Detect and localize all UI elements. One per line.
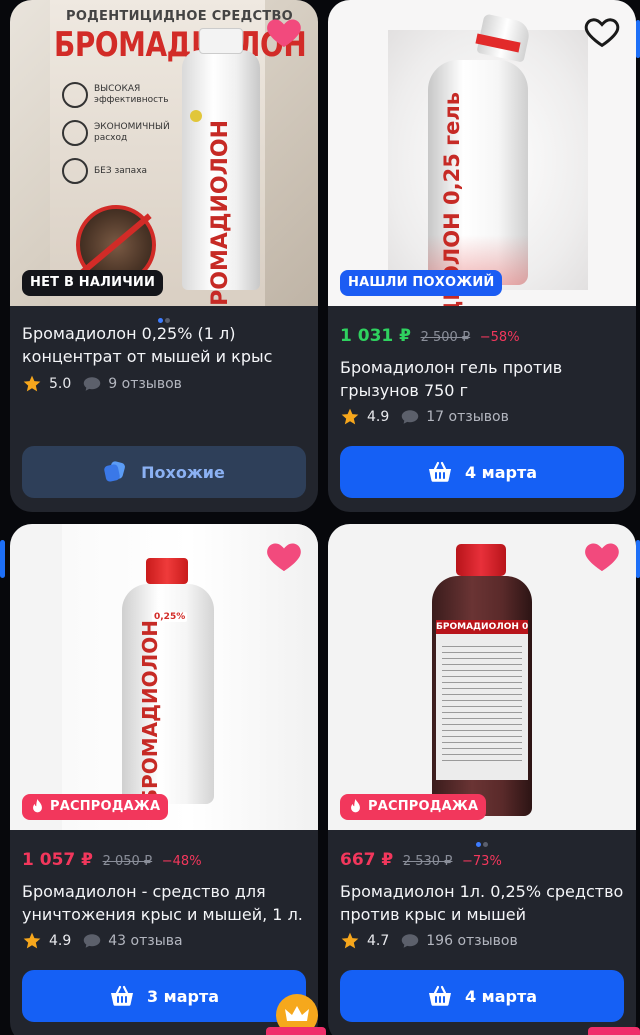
- found-similar-badge[interactable]: НАШЛИ ПОХОЖИЙ: [340, 270, 503, 296]
- price-row: 1 057 ₽ 2 050 ₽ −48%: [22, 850, 202, 870]
- product-card-3[interactable]: 0,25% БРОМАДИОЛОН РАСПРОДАЖА 1 057 ₽ 2 0…: [10, 524, 318, 1035]
- add-to-cart-button[interactable]: 4 марта: [340, 446, 624, 498]
- sale-badge: РАСПРОДАЖА: [22, 794, 169, 820]
- similar-button[interactable]: Похожие: [22, 446, 306, 498]
- feature-text: ЭКОНОМИЧНЫЙ расход: [94, 122, 170, 143]
- reviews-bubble-icon: [402, 410, 419, 424]
- bottle-label: БРОМАДИОЛОН: [138, 620, 162, 805]
- badge-label: РАСПРОДАЖА: [368, 799, 479, 814]
- old-price: 2 530 ₽: [402, 854, 453, 869]
- rating-row: 4.9 43 отзыва: [22, 931, 183, 951]
- image-pager-dots: [10, 308, 318, 323]
- product-image[interactable]: БРОМАДИОЛОН 0,25% РАСПРОДАЖА: [328, 524, 636, 830]
- bottle-cap: [456, 544, 506, 576]
- current-price: 1 031 ₽: [340, 326, 411, 346]
- product-title[interactable]: Бромадиолон 0,25% (1 л) концентрат от мы…: [22, 322, 308, 368]
- price-row: 1 031 ₽ 2 500 ₽ −58%: [340, 326, 520, 346]
- old-price: 2 050 ₽: [102, 854, 153, 869]
- product-card-4[interactable]: БРОМАДИОЛОН 0,25% РАСПРОДАЖА 667 ₽ 2 530…: [328, 524, 636, 1035]
- bottle-cap: [146, 558, 188, 584]
- basket-icon: [428, 985, 451, 1006]
- reviews-count[interactable]: 196 отзывов: [426, 933, 517, 949]
- reviews-count[interactable]: 17 отзывов: [426, 409, 509, 425]
- star-icon: [341, 408, 359, 425]
- reviews-bubble-icon: [84, 934, 101, 948]
- feature-icon: [62, 158, 88, 184]
- rating-row: 5.0 9 отзывов: [22, 374, 182, 394]
- feature-text: ВЫСОКАЯ эффективность: [94, 84, 169, 105]
- current-price: 1 057 ₽: [22, 850, 93, 870]
- product-card-1[interactable]: РОДЕНТИЦИДНОЕ СРЕДСТВО БРОМАДИОЛОН ВЫСОК…: [10, 0, 318, 512]
- out-of-stock-badge: НЕТ В НАЛИЧИИ: [22, 270, 164, 296]
- bottom-tab-indicator: [588, 1027, 640, 1035]
- rating-row: 4.7 196 отзывов: [340, 931, 518, 951]
- button-label: Похожие: [141, 462, 225, 482]
- reviews-count[interactable]: 9 отзывов: [108, 376, 182, 392]
- similar-icon: [104, 461, 126, 482]
- favorite-heart-icon[interactable]: [264, 12, 304, 52]
- rating-value: 4.7: [367, 933, 390, 949]
- scroll-indicator-right: [636, 20, 640, 58]
- basket-icon: [428, 461, 451, 482]
- bottle-label: БРОМАДИОЛОН 0,25%: [436, 622, 528, 632]
- add-to-cart-button[interactable]: 4 марта: [340, 970, 624, 1022]
- product-title[interactable]: Бромадиолон гель против грызунов 750 г: [340, 356, 626, 402]
- reviews-count[interactable]: 43 отзыва: [108, 933, 182, 949]
- product-image[interactable]: БРОМАДИОЛОН 0,25 гель НАШЛИ ПОХОЖИЙ: [328, 0, 636, 306]
- delivery-date: 4 марта: [464, 462, 538, 482]
- badge-label: РАСПРОДАЖА: [50, 799, 161, 814]
- add-to-cart-button[interactable]: 3 марта: [22, 970, 306, 1022]
- discount: −58%: [479, 330, 520, 345]
- feature-icon: [62, 120, 88, 146]
- reviews-bubble-icon: [402, 934, 419, 948]
- basket-icon: [110, 985, 133, 1006]
- star-icon: [341, 932, 359, 949]
- star-icon: [23, 932, 41, 949]
- image-caption: РОДЕНТИЦИДНОЕ СРЕДСТВО: [66, 9, 294, 24]
- flame-icon: [351, 799, 360, 813]
- favorite-heart-icon[interactable]: [264, 536, 304, 576]
- image-pager-dots: [328, 832, 636, 847]
- current-price: 667 ₽: [340, 850, 394, 870]
- sale-badge: РАСПРОДАЖА: [340, 794, 487, 820]
- delivery-date: 4 марта: [464, 986, 538, 1006]
- rating-value: 5.0: [49, 376, 72, 392]
- product-image[interactable]: РОДЕНТИЦИДНОЕ СРЕДСТВО БРОМАДИОЛОН ВЫСОК…: [10, 0, 318, 306]
- scroll-indicator-left: [0, 540, 5, 578]
- delivery-date: 3 марта: [146, 986, 220, 1006]
- bottle-label: БРОМАДИОЛОН: [208, 120, 233, 306]
- product-title[interactable]: Бромадиолон - средство для уничтожения к…: [22, 880, 308, 926]
- product-card-2[interactable]: БРОМАДИОЛОН 0,25 гель НАШЛИ ПОХОЖИЙ 1 03…: [328, 0, 636, 512]
- favorite-heart-icon[interactable]: [582, 536, 622, 576]
- rating-value: 4.9: [367, 409, 390, 425]
- flame-icon: [33, 799, 42, 813]
- product-image[interactable]: 0,25% БРОМАДИОЛОН РАСПРОДАЖА: [10, 524, 318, 830]
- scroll-indicator-right: [636, 540, 640, 578]
- discount: −48%: [161, 854, 202, 869]
- reviews-bubble-icon: [84, 377, 101, 391]
- feature-text: БЕЗ запаха: [94, 165, 148, 176]
- favorite-heart-outline-icon[interactable]: [582, 12, 622, 52]
- rating-value: 4.9: [49, 933, 72, 949]
- star-icon: [23, 375, 41, 392]
- discount: −73%: [462, 854, 502, 869]
- feature-icon: [62, 82, 88, 108]
- old-price: 2 500 ₽: [420, 330, 471, 345]
- rating-row: 4.9 17 отзывов: [340, 407, 509, 427]
- price-row: 667 ₽ 2 530 ₽ −73%: [340, 850, 502, 870]
- product-title[interactable]: Бромадиолон 1л. 0,25% средство против кр…: [340, 880, 626, 926]
- bottom-tab-indicator: [266, 1027, 326, 1035]
